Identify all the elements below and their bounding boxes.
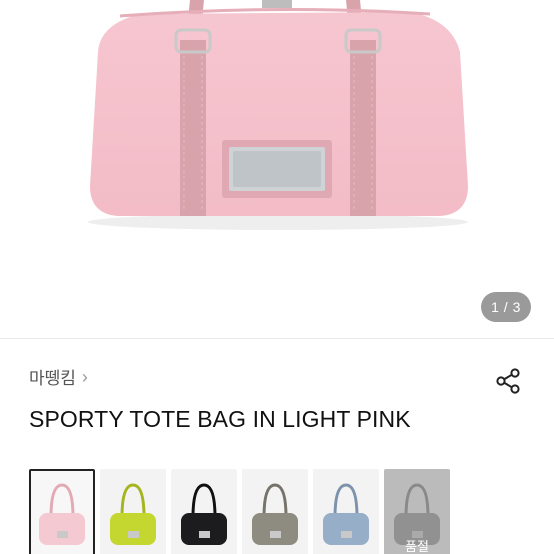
brand-name: 마뗑킴 bbox=[29, 369, 76, 388]
color-swatch[interactable] bbox=[171, 469, 237, 554]
chevron-right-icon: › bbox=[81, 366, 88, 387]
color-swatch[interactable] bbox=[100, 469, 166, 554]
section-divider bbox=[0, 338, 554, 339]
color-swatch[interactable]: 품절 bbox=[384, 469, 450, 554]
brand-link[interactable]: 마뗑킴 › bbox=[29, 364, 88, 389]
color-swatch[interactable] bbox=[242, 469, 308, 554]
color-swatch[interactable] bbox=[29, 469, 95, 554]
swatch-bag-image bbox=[181, 483, 227, 545]
color-swatch[interactable] bbox=[313, 469, 379, 554]
sold-out-label: 품절 bbox=[405, 539, 429, 554]
swatch-bag-image bbox=[39, 483, 85, 545]
swatch-bag-image bbox=[252, 483, 298, 545]
share-button[interactable] bbox=[494, 366, 524, 396]
color-options: 품절 bbox=[29, 469, 450, 554]
gallery-page-indicator: 1 / 3 bbox=[481, 292, 531, 322]
product-title: SPORTY TOTE BAG IN LIGHT PINK bbox=[29, 406, 411, 432]
swatch-bag-image bbox=[323, 483, 369, 545]
product-image bbox=[88, 0, 468, 230]
share-icon bbox=[496, 368, 520, 394]
swatch-bag-image bbox=[110, 483, 156, 545]
product-image-gallery[interactable]: 1 / 3 bbox=[0, 0, 554, 338]
sold-out-overlay: 품절 bbox=[384, 469, 450, 554]
